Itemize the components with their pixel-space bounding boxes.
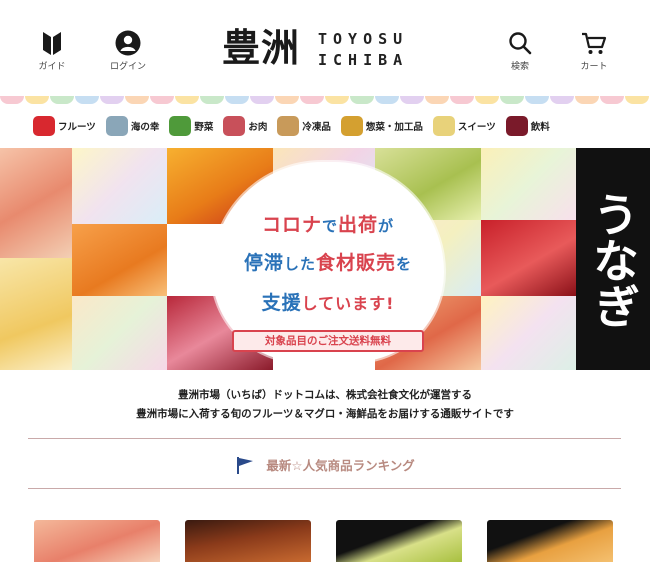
product-card-melon-red[interactable] <box>487 520 613 562</box>
scallop-segment <box>600 96 624 104</box>
category-item[interactable]: 冷凍品 <box>277 116 331 136</box>
can-icon <box>340 116 363 136</box>
hero-collage-tile <box>481 148 576 220</box>
scallop-segment <box>150 96 174 104</box>
hero-collage-tile <box>0 148 72 258</box>
category-item[interactable]: 飲料 <box>505 116 550 136</box>
category-item[interactable]: お肉 <box>223 116 267 136</box>
scallop-segment <box>300 96 324 104</box>
vegetable-icon <box>169 116 192 136</box>
search-icon <box>509 32 532 55</box>
ranking-heading: 最新☆人気商品ランキング <box>0 454 650 475</box>
scallop-segment <box>250 96 274 104</box>
hero-collage-tile <box>72 148 167 224</box>
free-shipping-ribbon: 対象品目のご注文送料無料 <box>232 330 424 352</box>
scallop-segment <box>325 96 349 104</box>
scallop-segment <box>200 96 224 104</box>
hero-headline-line2: 停滞した食材販売を <box>243 252 413 274</box>
cart-icon <box>582 32 607 54</box>
category-item[interactable]: フルーツ <box>33 116 96 136</box>
category-item[interactable]: 野菜 <box>169 116 213 136</box>
category-label: 惣菜・加工品 <box>365 122 423 133</box>
scallop-segment <box>550 96 574 104</box>
site-description: 豊洲市場（いちば）ドットコムは、株式会社食文化が運営する 豊洲市場に入荷する旬の… <box>0 386 650 424</box>
hero-headline-line1: コロナで出荷が <box>261 214 395 236</box>
box-icon <box>277 116 300 136</box>
search-label: 検索 <box>510 62 529 72</box>
category-label: お肉 <box>248 122 268 133</box>
category-item[interactable]: スイーツ <box>432 116 496 136</box>
scallop-segment <box>450 96 474 104</box>
scallop-segment <box>100 96 124 104</box>
category-label: スイーツ <box>457 122 496 133</box>
product-card-peach[interactable] <box>34 520 160 562</box>
category-label: 飲料 <box>530 122 550 133</box>
category-label: 野菜 <box>194 122 214 133</box>
logo-roman-line2: ICHIBA <box>318 51 409 69</box>
ranking-title: 最新☆人気商品ランキング <box>266 458 415 473</box>
divider-bottom <box>28 488 621 489</box>
roll-cake-icon <box>432 116 455 136</box>
wine-icon <box>505 116 528 136</box>
hero-collage-tile <box>0 258 72 370</box>
login-button[interactable]: ログイン <box>98 30 158 72</box>
category-nav: フルーツ 海の幸 野菜 お肉 冷凍品 惣菜・加工品 スイーツ 飲料 <box>0 108 650 144</box>
scallop-segment <box>375 96 399 104</box>
guide-book-icon <box>43 32 61 55</box>
guide-button[interactable]: ガイド <box>22 30 82 72</box>
meat-icon <box>223 116 246 136</box>
scallop-segment <box>50 96 74 104</box>
user-icon <box>115 30 141 56</box>
apple-icon <box>33 116 55 136</box>
hero-collage-tile <box>72 296 167 370</box>
category-item[interactable]: 惣菜・加工品 <box>340 116 423 136</box>
decorative-scallop-border <box>0 96 650 104</box>
scallop-segment <box>350 96 374 104</box>
scallop-segment <box>125 96 149 104</box>
hero-banner[interactable]: コロナで出荷が 停滞した食材販売を 支援しています! 対象品目のご注文送料無料 … <box>0 148 650 370</box>
login-label: ログイン <box>109 62 146 72</box>
category-label: 冷凍品 <box>302 122 331 133</box>
logo-kanji: 豊洲 <box>222 25 301 70</box>
category-label: フルーツ <box>58 122 96 133</box>
scallop-segment <box>400 96 424 104</box>
cart-button[interactable]: カート <box>564 30 624 72</box>
flag-icon <box>237 456 254 474</box>
scallop-segment <box>25 96 49 104</box>
hero-headline-line3: 支援しています! <box>261 292 395 314</box>
description-line2: 豊洲市場に入荷する旬のフルーツ＆マグロ・海鮮品をお届けする通販サイトです <box>136 408 514 420</box>
description-line1: 豊洲市場（いちば）ドットコムは、株式会社食文化が運営する <box>178 389 472 401</box>
hero-collage-tile <box>72 224 167 296</box>
scallop-segment <box>225 96 249 104</box>
hero-message-bubble: コロナで出荷が 停滞した食材販売を 支援しています! 対象品目のご注文送料無料 <box>212 162 444 362</box>
scallop-segment <box>625 96 649 104</box>
hero-side-text: うなぎ <box>576 148 650 370</box>
scallop-segment <box>0 96 24 104</box>
cart-label: カート <box>580 62 608 72</box>
scallop-segment <box>500 96 524 104</box>
product-card-eel[interactable] <box>185 520 311 562</box>
guide-label: ガイド <box>38 62 66 72</box>
scallop-segment <box>475 96 499 104</box>
divider-top <box>28 438 621 439</box>
search-button[interactable]: 検索 <box>490 30 550 72</box>
category-label: 海の幸 <box>130 122 160 133</box>
hero-collage-tile <box>481 220 576 296</box>
hero-collage-tile <box>481 296 576 370</box>
scallop-segment <box>275 96 299 104</box>
fish-icon <box>105 116 128 136</box>
logo-roman-line1: TOYOSU <box>318 30 409 48</box>
site-logo[interactable]: 豊洲 TOYOSU ICHIBA <box>222 26 452 74</box>
category-item[interactable]: 海の幸 <box>105 116 160 136</box>
scallop-segment <box>425 96 449 104</box>
product-card-melon-green[interactable] <box>336 520 462 562</box>
scallop-segment <box>175 96 199 104</box>
scallop-segment <box>525 96 549 104</box>
scallop-segment <box>75 96 99 104</box>
site-header: ガイド ログイン 豊洲 TOYOSU ICHIBA 検索 カート <box>0 0 650 98</box>
scallop-segment <box>575 96 599 104</box>
